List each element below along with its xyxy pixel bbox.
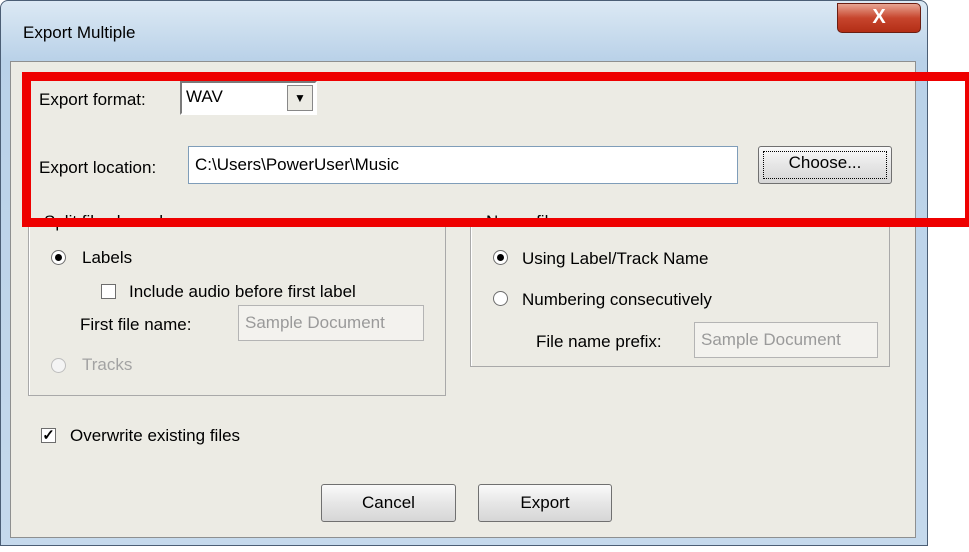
window-title: Export Multiple: [23, 23, 136, 42]
file-name-prefix-label: File name prefix:: [536, 332, 662, 351]
close-icon: X: [872, 6, 886, 28]
include-audio-checkbox[interactable]: [101, 284, 116, 299]
overwrite-label: Overwrite existing files: [70, 426, 241, 445]
first-file-name-label: First file name:: [80, 315, 192, 334]
cancel-button[interactable]: Cancel: [321, 484, 456, 522]
labels-radio-label: Labels: [82, 248, 133, 267]
include-audio-label: Include audio before first label: [129, 282, 356, 301]
overwrite-checkbox[interactable]: ✓: [41, 428, 56, 443]
tracks-radio: [51, 358, 66, 373]
file-name-prefix-input: [694, 322, 878, 358]
export-button[interactable]: Export: [478, 484, 612, 522]
checkmark-icon: ✓: [42, 427, 55, 444]
numbering-consecutively-radio[interactable]: [493, 291, 508, 306]
tracks-radio-label: Tracks: [82, 355, 133, 374]
highlight-annotation-box: [22, 72, 969, 227]
first-file-name-input: [238, 305, 424, 341]
first-file-name-field: [239, 306, 423, 340]
using-label-track-name-radio[interactable]: [493, 250, 508, 265]
labels-radio[interactable]: [51, 250, 66, 265]
close-button[interactable]: X: [837, 3, 921, 33]
using-label-track-name-label: Using Label/Track Name: [522, 249, 709, 268]
screenshot-frame: Export Multiple X Export format: WAV ▼ E…: [0, 0, 969, 552]
file-name-prefix-field: [695, 323, 877, 357]
numbering-consecutively-label: Numbering consecutively: [522, 290, 712, 309]
